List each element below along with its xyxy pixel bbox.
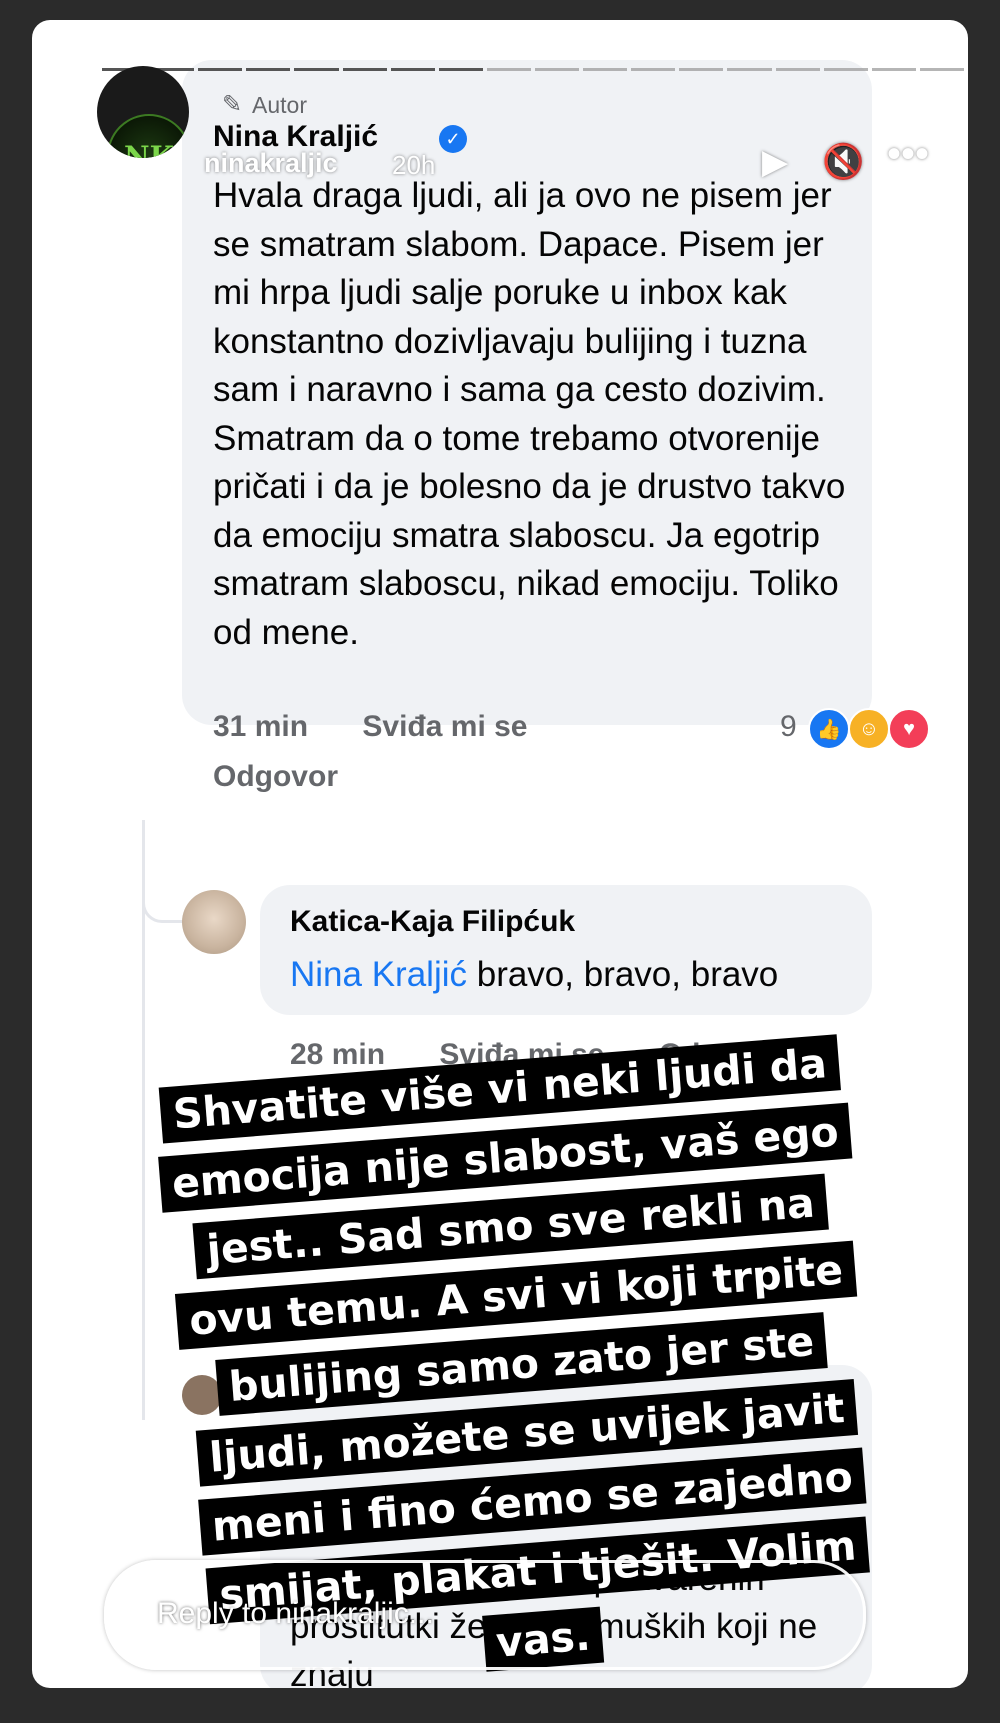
progress-segment — [486, 68, 531, 71]
more-icon[interactable]: ••• — [887, 132, 929, 177]
care-reaction-icon: ☺ — [848, 708, 890, 750]
progress-segment — [390, 68, 435, 71]
reply-author: Katica-Kaja Filipćuk — [290, 905, 576, 938]
reply-mention: Nina Kraljić — [290, 955, 467, 994]
progress-segment — [198, 68, 243, 71]
reply-time: 28 min — [290, 1038, 386, 1071]
reply-text: Nina Kraljić bravo, bravo, bravo — [290, 955, 778, 995]
progress-segment — [438, 68, 483, 71]
reply-placeholder: Reply to ninakraljic... — [157, 1597, 434, 1630]
progress-segment — [871, 68, 916, 71]
avatar-logo: NK — [107, 114, 189, 158]
progress-segment — [534, 68, 580, 71]
comment-time: 31 min — [213, 710, 309, 743]
progress-segment — [679, 68, 724, 71]
love-reaction-icon: ♥ — [888, 708, 930, 750]
send-icon[interactable] — [880, 1580, 944, 1644]
story-frame: ✎ Autor Nina Kraljić ✓ Hvala draga ljudi… — [32, 20, 968, 1688]
reaction-count: 9 — [780, 710, 797, 743]
progress-segment — [246, 68, 291, 71]
progress-segment — [775, 68, 820, 71]
comment-meta: 31 min Sviđa mi se — [213, 710, 527, 744]
comment-reply-link: Odgovor — [213, 760, 338, 793]
reply-body: bravo, bravo, bravo — [467, 955, 779, 994]
author-badge: Autor — [252, 92, 307, 118]
progress-segment — [294, 68, 339, 71]
comment-like-link: Sviđa mi se — [362, 710, 528, 743]
progress-segment — [919, 68, 964, 71]
progress-segment — [631, 68, 676, 71]
like-reaction-icon: 👍 — [808, 708, 850, 750]
story-time: 20h — [392, 150, 436, 180]
progress-segment — [583, 68, 628, 71]
story-progress — [102, 68, 964, 72]
pencil-icon: ✎ — [222, 91, 243, 118]
comment-text: Hvala draga ljudi, ali ja ovo ne pisem j… — [213, 176, 846, 652]
story-username[interactable]: ninakraljic — [204, 148, 338, 179]
verified-icon: ✓ — [439, 125, 467, 153]
progress-segment — [342, 68, 387, 71]
play-icon[interactable]: ▶ — [762, 142, 788, 182]
progress-segment — [823, 68, 868, 71]
reply-avatar — [182, 890, 246, 954]
mute-icon[interactable]: 🔇 — [822, 142, 864, 182]
progress-segment — [727, 68, 772, 71]
story-avatar[interactable]: NK — [97, 66, 189, 158]
